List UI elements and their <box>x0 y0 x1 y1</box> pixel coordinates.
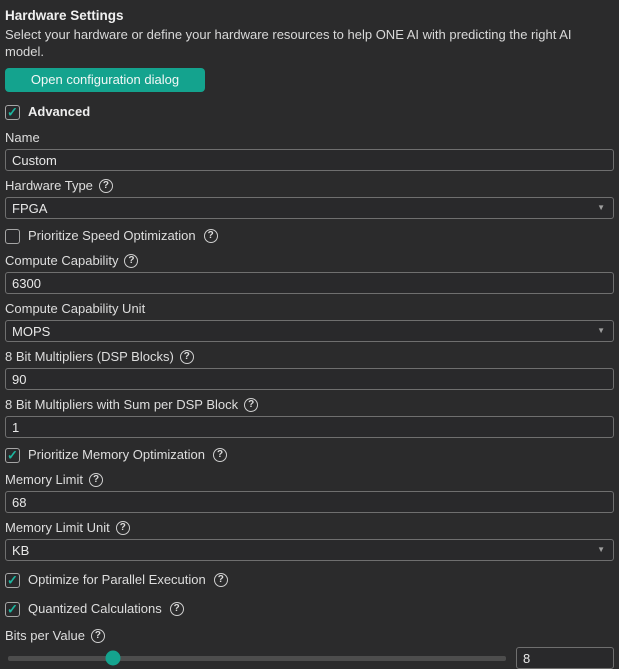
hardware-type-value: FPGA <box>12 201 47 216</box>
hardware-type-label: Hardware Type <box>5 178 93 194</box>
help-icon[interactable]: ? <box>116 521 130 535</box>
name-label-row: Name <box>5 130 614 146</box>
help-icon[interactable]: ? <box>124 254 138 268</box>
name-input[interactable] <box>5 149 614 171</box>
help-icon[interactable]: ? <box>180 350 194 364</box>
chevron-down-icon: ▼ <box>597 327 605 335</box>
memory-limit-unit-select[interactable]: KB ▼ <box>5 539 614 561</box>
memory-limit-unit-label-row: Memory Limit Unit ? <box>5 520 614 536</box>
quantized-calculations-checkbox[interactable] <box>5 602 20 617</box>
bits-per-value-label: Bits per Value <box>5 628 85 644</box>
advanced-checkbox-row[interactable]: Advanced <box>5 104 614 120</box>
description: Select your hardware or define your hard… <box>5 26 614 60</box>
memory-limit-label-row: Memory Limit ? <box>5 472 614 488</box>
prioritize-memory-label: Prioritize Memory Optimization <box>28 447 205 463</box>
memory-limit-label: Memory Limit <box>5 472 83 488</box>
memory-limit-unit-label: Memory Limit Unit <box>5 520 110 536</box>
multipliers-8bit-label-row: 8 Bit Multipliers (DSP Blocks) ? <box>5 349 614 365</box>
prioritize-speed-row[interactable]: Prioritize Speed Optimization ? <box>5 228 614 244</box>
optimize-parallel-row[interactable]: Optimize for Parallel Execution ? <box>5 572 614 588</box>
slider-handle[interactable] <box>105 651 120 666</box>
prioritize-speed-label: Prioritize Speed Optimization <box>28 228 196 244</box>
help-icon[interactable]: ? <box>99 179 113 193</box>
help-icon[interactable]: ? <box>214 573 228 587</box>
chevron-down-icon: ▼ <box>597 546 605 554</box>
multipliers-8bit-sum-input[interactable] <box>5 416 614 438</box>
compute-capability-unit-label-row: Compute Capability Unit <box>5 301 614 317</box>
help-icon[interactable]: ? <box>204 229 218 243</box>
hardware-type-select[interactable]: FPGA ▼ <box>5 197 614 219</box>
optimize-parallel-checkbox[interactable] <box>5 573 20 588</box>
memory-limit-unit-value: KB <box>12 543 29 558</box>
help-icon[interactable]: ? <box>244 398 258 412</box>
compute-capability-unit-value: MOPS <box>12 324 50 339</box>
quantized-calculations-label: Quantized Calculations <box>28 601 162 617</box>
name-label: Name <box>5 130 40 146</box>
hardware-settings-panel: Hardware Settings Select your hardware o… <box>0 0 619 669</box>
advanced-label: Advanced <box>28 104 90 120</box>
help-icon[interactable]: ? <box>91 629 105 643</box>
prioritize-speed-checkbox[interactable] <box>5 229 20 244</box>
optimize-parallel-label: Optimize for Parallel Execution <box>28 572 206 588</box>
prioritize-memory-checkbox[interactable] <box>5 448 20 463</box>
help-icon[interactable]: ? <box>170 602 184 616</box>
help-icon[interactable]: ? <box>89 473 103 487</box>
open-configuration-dialog-button[interactable]: Open configuration dialog <box>5 68 205 92</box>
chevron-down-icon: ▼ <box>597 204 605 212</box>
help-icon[interactable]: ? <box>213 448 227 462</box>
page-title: Hardware Settings <box>5 8 614 24</box>
hardware-type-label-row: Hardware Type ? <box>5 178 614 194</box>
bits-per-value-slider-row <box>5 647 614 669</box>
advanced-checkbox[interactable] <box>5 105 20 120</box>
compute-capability-label: Compute Capability <box>5 253 118 269</box>
multipliers-8bit-sum-label-row: 8 Bit Multipliers with Sum per DSP Block… <box>5 397 614 413</box>
compute-capability-label-row: Compute Capability ? <box>5 253 614 269</box>
multipliers-8bit-label: 8 Bit Multipliers (DSP Blocks) <box>5 349 174 365</box>
bits-per-value-input[interactable] <box>516 647 614 669</box>
bits-per-value-label-row: Bits per Value ? <box>5 628 614 644</box>
multipliers-8bit-sum-label: 8 Bit Multipliers with Sum per DSP Block <box>5 397 238 413</box>
bits-per-value-slider[interactable] <box>8 656 506 661</box>
quantized-calculations-row[interactable]: Quantized Calculations ? <box>5 601 614 617</box>
compute-capability-unit-label: Compute Capability Unit <box>5 301 145 317</box>
multipliers-8bit-input[interactable] <box>5 368 614 390</box>
memory-limit-input[interactable] <box>5 491 614 513</box>
prioritize-memory-row[interactable]: Prioritize Memory Optimization ? <box>5 447 614 463</box>
compute-capability-unit-select[interactable]: MOPS ▼ <box>5 320 614 342</box>
compute-capability-input[interactable] <box>5 272 614 294</box>
